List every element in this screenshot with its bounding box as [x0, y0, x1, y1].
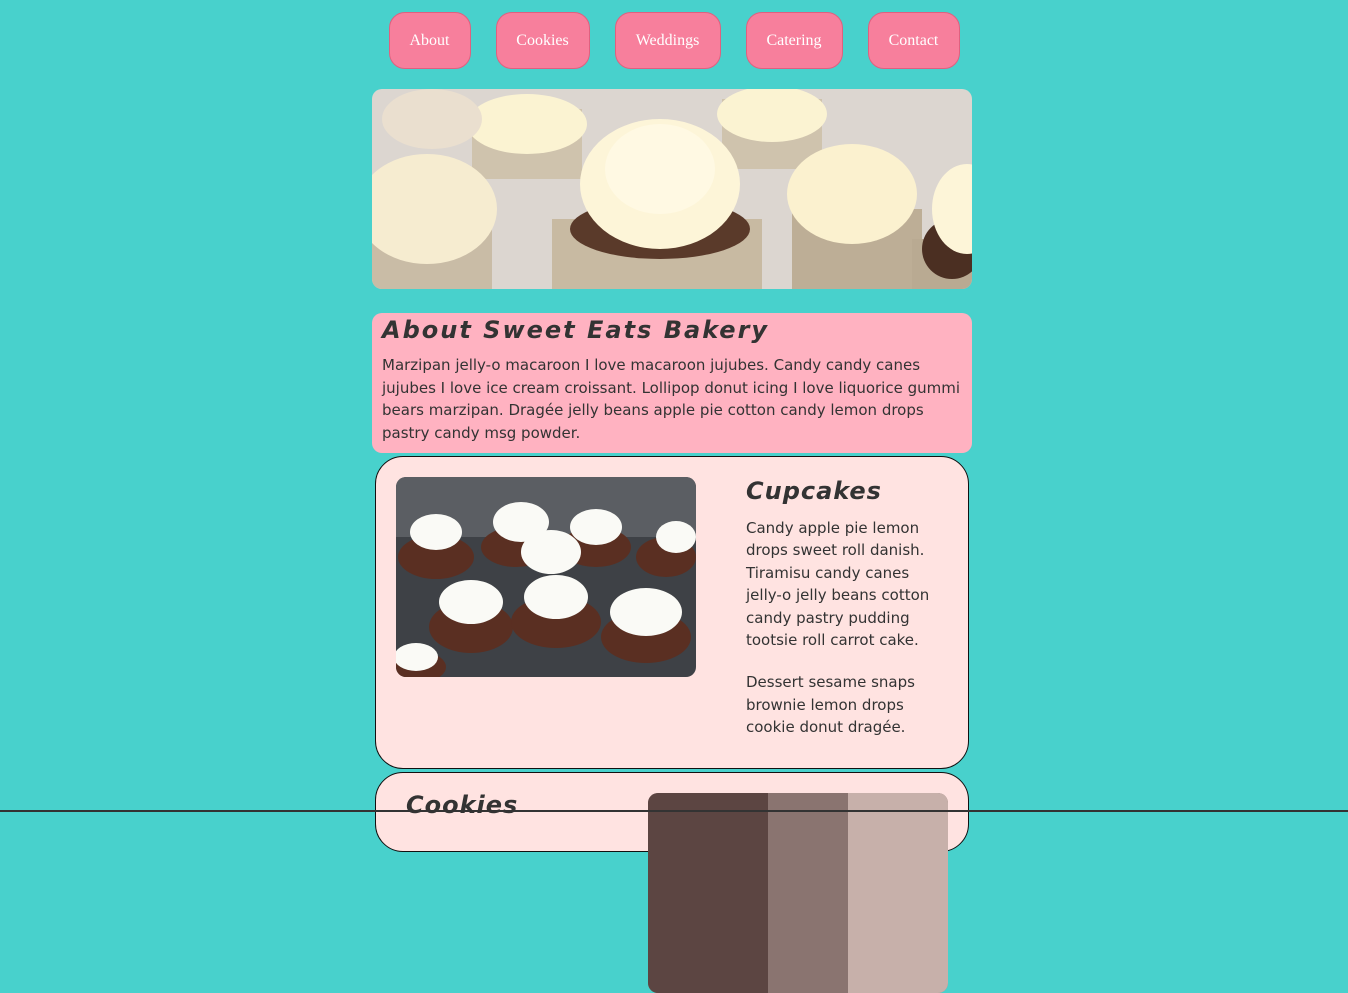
nav-contact-button[interactable]: Contact	[867, 12, 960, 69]
cupcakes-title: Cupcakes	[746, 477, 882, 505]
cupcakes-paragraph-2: Dessert sesame snaps brownie lemon drops…	[746, 673, 915, 737]
cupcakes-paragraph-1: Candy apple pie lemon drops sweet roll d…	[746, 519, 930, 650]
cookies-image	[648, 793, 948, 993]
cupcakes-description: Candy apple pie lemon drops sweet roll d…	[746, 517, 946, 739]
hero-image	[372, 89, 972, 289]
main-nav: About Cookies Weddings Catering Contact	[0, 12, 1348, 69]
cupcakes-image	[396, 477, 696, 677]
about-text: Marzipan jelly-o macaroon I love macaroo…	[382, 356, 961, 442]
nav-weddings-button[interactable]: Weddings	[614, 12, 721, 69]
cookies-card: Cookies	[375, 772, 969, 993]
nav-cookies-button[interactable]: Cookies	[495, 12, 590, 69]
nav-about-button[interactable]: About	[388, 12, 471, 69]
about-section: About Sweet Eats Bakery Marzipan jelly-o…	[372, 313, 972, 453]
cupcakes-card: Cupcakes Candy apple pie lemon drops swe…	[375, 456, 969, 769]
about-title: About Sweet Eats Bakery	[382, 316, 770, 344]
nav-catering-button[interactable]: Catering	[745, 12, 843, 69]
cookies-title: Cookies	[406, 791, 519, 819]
